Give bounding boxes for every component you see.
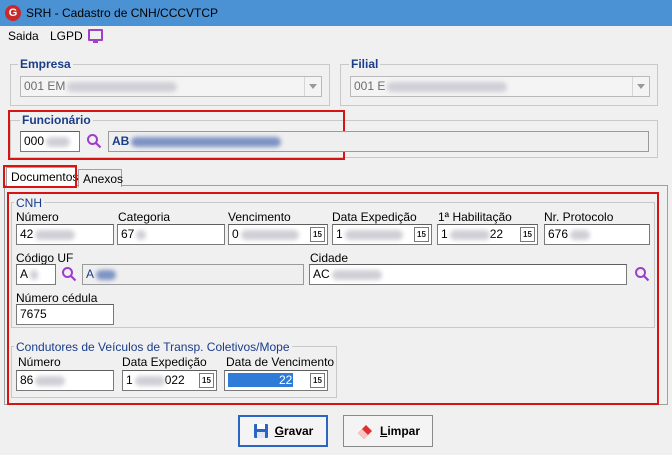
- empresa-select[interactable]: 001 EM: [20, 76, 322, 97]
- cnh-cedula-input[interactable]: 7675: [16, 304, 114, 325]
- calendar-icon[interactable]: 15: [414, 227, 429, 242]
- funcionario-code-input[interactable]: 000: [20, 131, 80, 152]
- cnh-cidade-input[interactable]: AC: [309, 264, 627, 285]
- filial-select[interactable]: 001 E: [350, 76, 650, 97]
- condutores-label: Condutores de Veículos de Transp. Coleti…: [14, 340, 292, 354]
- search-icon[interactable]: [634, 266, 650, 282]
- menu-lgpd[interactable]: LGPD: [50, 29, 83, 43]
- cnh-cedula-label: Número cédula: [16, 291, 98, 305]
- app-logo-icon: G: [5, 5, 21, 21]
- window-title: SRH - Cadastro de CNH/CCCVTCP: [26, 6, 219, 20]
- condutores-numero-input[interactable]: 86: [16, 370, 114, 391]
- cnh-protocolo-input[interactable]: 676: [544, 224, 650, 245]
- search-icon[interactable]: [86, 133, 102, 149]
- chevron-down-icon[interactable]: [304, 77, 321, 96]
- cnh-habilitacao-input[interactable]: 1 22 15: [437, 224, 538, 245]
- tab-anexos[interactable]: Anexos: [78, 169, 123, 187]
- cnh-numero-input[interactable]: 42: [16, 224, 114, 245]
- floppy-disk-icon: [253, 424, 268, 438]
- funcionario-label: Funcionário: [20, 113, 93, 127]
- cnh-vencimento-label: Vencimento: [228, 210, 291, 224]
- cnh-data-expedicao-input[interactable]: 1 15: [332, 224, 432, 245]
- gravar-button[interactable]: Gravar: [238, 415, 328, 447]
- monitor-icon[interactable]: [88, 29, 103, 43]
- calendar-icon[interactable]: 15: [520, 227, 535, 242]
- condutores-data-expedicao-label: Data Expedição: [122, 355, 207, 369]
- cnh-vencimento-input[interactable]: 0 15: [228, 224, 328, 245]
- cnh-uf-description-field: A: [82, 264, 304, 285]
- cnh-categoria-input[interactable]: 67: [117, 224, 225, 245]
- cnh-codigo-uf-label: Código UF: [16, 251, 74, 265]
- calendar-icon[interactable]: 15: [310, 373, 325, 388]
- chevron-down-icon[interactable]: [632, 77, 649, 96]
- condutores-vencimento-label: Data de Vencimento: [226, 355, 335, 369]
- filial-label: Filial: [349, 57, 381, 71]
- search-icon[interactable]: [61, 266, 77, 282]
- cnh-numero-label: Número: [16, 210, 59, 224]
- menu-saida[interactable]: Saida: [8, 29, 39, 43]
- condutores-numero-label: Número: [18, 355, 61, 369]
- cnh-data-expedicao-label: Data Expedição: [332, 210, 417, 224]
- eraser-icon: [357, 425, 372, 439]
- cnh-protocolo-label: Nr. Protocolo: [544, 210, 614, 224]
- condutores-vencimento-input[interactable]: 22 15: [224, 370, 328, 391]
- cnh-habilitacao-label: 1ª Habilitação: [438, 210, 512, 224]
- condutores-data-expedicao-input[interactable]: 1 022 15: [122, 370, 217, 391]
- highlight-tab-documentos: [3, 165, 77, 188]
- empresa-label: Empresa: [18, 57, 73, 71]
- calendar-icon[interactable]: 15: [199, 373, 214, 388]
- funcionario-name-field: AB: [108, 131, 649, 152]
- calendar-icon[interactable]: 15: [310, 227, 325, 242]
- cnh-label: CNH: [14, 196, 44, 210]
- cnh-categoria-label: Categoria: [118, 210, 171, 224]
- cnh-codigo-uf-input[interactable]: A: [16, 264, 56, 285]
- limpar-button[interactable]: Limpar: [343, 415, 433, 447]
- cnh-cidade-label: Cidade: [310, 251, 349, 265]
